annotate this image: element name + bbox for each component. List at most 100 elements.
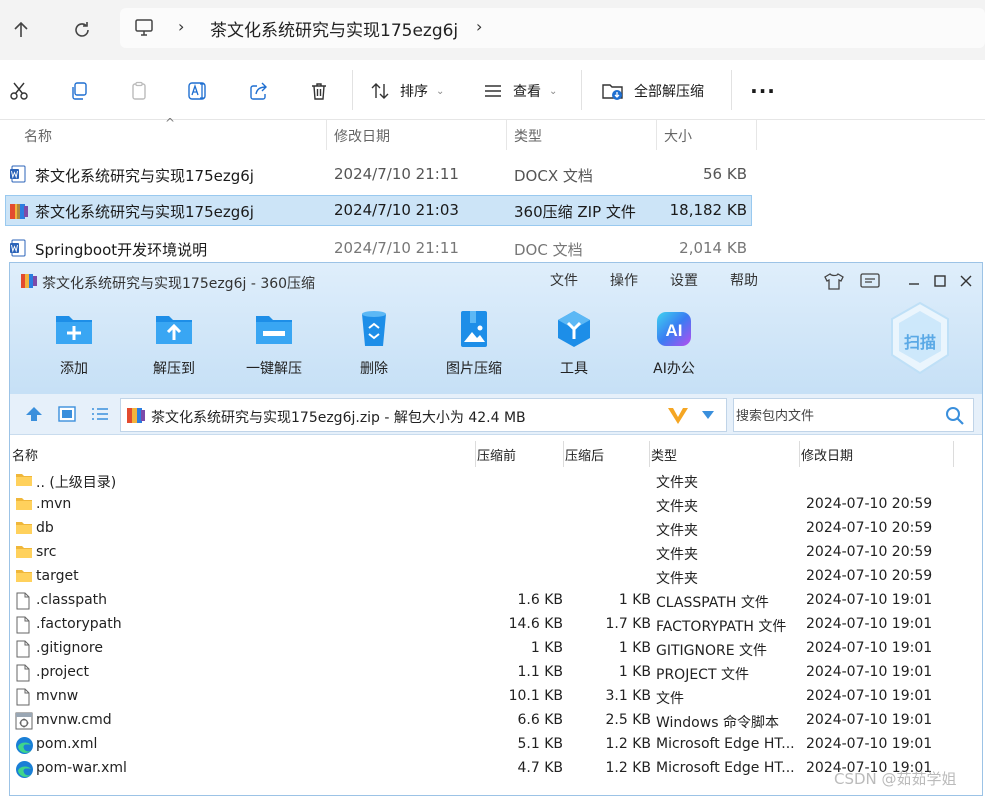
extract-to-button[interactable]: 解压到 [134, 308, 214, 378]
archive-row-parent[interactable]: .. (上级目录) 文件夹 [10, 469, 982, 493]
menu-settings[interactable]: 设置 [670, 270, 698, 290]
column-divider[interactable] [649, 441, 650, 467]
view-button[interactable]: 查看 ⌄ [483, 77, 557, 105]
column-header-name[interactable]: 名称 [12, 445, 38, 464]
archive-item-size-after: 1 KB [618, 664, 651, 680]
archive-row[interactable]: target 文件夹 2024-07-10 20:59 [10, 565, 982, 589]
archive-row[interactable]: .classpath 1.6 KB 1 KB CLASSPATH 文件 2024… [10, 589, 982, 613]
file-icon [15, 616, 31, 634]
archive-row[interactable]: mvnw.cmd 6.6 KB 2.5 KB Windows 命令脚本 2024… [10, 709, 982, 733]
column-header-size[interactable]: 大小 [664, 126, 692, 146]
maximize-icon[interactable] [928, 269, 952, 293]
address-bar[interactable]: › 茶文化系统研究与实现175ezg6j › [120, 8, 985, 48]
delete-icon[interactable] [306, 77, 332, 105]
menu-operation[interactable]: 操作 [610, 270, 638, 290]
add-label: 添加 [60, 361, 88, 377]
dropdown-arrow-icon[interactable] [701, 410, 715, 420]
column-divider[interactable] [756, 120, 757, 150]
file-name: Springboot开发环境说明 [35, 241, 208, 259]
tools-button[interactable]: 工具 [534, 308, 614, 378]
archive-row[interactable]: .mvn 文件夹 2024-07-10 20:59 [10, 493, 982, 517]
refresh-icon[interactable] [66, 14, 98, 46]
close-icon[interactable] [954, 269, 978, 293]
skin-shirt-icon[interactable] [822, 269, 846, 293]
list-view-icon[interactable] [90, 404, 110, 424]
rename-icon[interactable] [186, 77, 212, 105]
more-options-icon[interactable]: ··· [750, 77, 776, 105]
archive-row[interactable]: .gitignore 1 KB 1 KB GITIGNORE 文件 2024-0… [10, 637, 982, 661]
thumbnail-view-icon[interactable] [57, 404, 77, 424]
archive-row[interactable]: .project 1.1 KB 1 KB PROJECT 文件 2024-07-… [10, 661, 982, 685]
menu-help[interactable]: 帮助 [730, 270, 758, 290]
search-icon[interactable] [945, 406, 965, 426]
zip-archive-icon [9, 201, 29, 221]
column-header-type[interactable]: 类型 [651, 445, 677, 464]
up-arrow-icon[interactable] [5, 14, 37, 46]
archive-item-size-after: 1 KB [618, 640, 651, 656]
breadcrumb-current[interactable]: 茶文化系统研究与实现175ezg6j [210, 16, 458, 41]
archive-row[interactable]: db 文件夹 2024-07-10 20:59 [10, 517, 982, 541]
add-button[interactable]: 添加 [34, 308, 114, 378]
archive-row[interactable]: mvnw 10.1 KB 3.1 KB 文件 2024-07-10 19:01 [10, 685, 982, 709]
up-level-icon[interactable] [24, 404, 44, 424]
archive-search-input[interactable] [734, 399, 939, 431]
archive-row[interactable]: .factorypath 14.6 KB 1.7 KB FACTORYPATH … [10, 613, 982, 637]
column-divider[interactable] [953, 441, 954, 467]
archive-path-field[interactable]: 茶文化系统研究与实现175ezg6j.zip - 解包大小为 42.4 MB [120, 398, 727, 432]
column-divider[interactable] [656, 120, 657, 150]
archive-item-type: CLASSPATH 文件 [656, 595, 769, 611]
column-divider[interactable] [799, 441, 800, 467]
archive-search-box[interactable] [733, 398, 974, 432]
archive-path-bar: 茶文化系统研究与实现175ezg6j.zip - 解包大小为 42.4 MB [10, 394, 982, 435]
archive-item-size-before: 4.7 KB [517, 760, 564, 776]
file-row[interactable]: Springboot开发环境说明 2024/7/10 21:11 DOC 文档 … [5, 233, 752, 264]
column-header-size-before[interactable]: 压缩前 [477, 445, 516, 464]
v-logo-icon[interactable] [667, 406, 689, 426]
archive-item-date: 2024-07-10 19:01 [806, 616, 933, 632]
cut-icon[interactable] [6, 77, 32, 105]
share-icon[interactable] [246, 77, 272, 105]
column-header-name[interactable]: 名称 [24, 126, 52, 146]
archive-item-date: 2024-07-10 20:59 [806, 520, 933, 536]
archive-item-type: FACTORYPATH 文件 [656, 619, 787, 635]
archive-item-size-before: 6.6 KB [517, 712, 564, 728]
column-header-date[interactable]: 修改日期 [334, 126, 390, 146]
column-header-size-after[interactable]: 压缩后 [565, 445, 604, 464]
archive-item-size-before: 14.6 KB [508, 616, 563, 632]
archive-item-type: GITIGNORE 文件 [656, 643, 768, 659]
delete-button[interactable]: 删除 [334, 308, 414, 378]
archive-item-date: 2024-07-10 19:01 [806, 592, 933, 608]
file-row[interactable]: 茶文化系统研究与实现175ezg6j 2024/7/10 21:11 DOCX … [5, 159, 752, 190]
quick-extract-button[interactable]: 一键解压 [234, 308, 314, 378]
minimize-icon[interactable] [902, 269, 926, 293]
copy-icon[interactable] [66, 77, 92, 105]
column-divider[interactable] [506, 120, 507, 150]
folder-icon [15, 568, 33, 584]
archive-item-name: .factorypath [36, 616, 122, 632]
toolbar-divider [581, 70, 582, 110]
archive-row[interactable]: pom.xml 5.1 KB 1.2 KB Microsoft Edge HT.… [10, 733, 982, 757]
file-row-selected[interactable]: 茶文化系统研究与实现175ezg6j 2024/7/10 21:03 360压缩… [5, 195, 752, 226]
edge-icon [15, 760, 34, 779]
breadcrumb-chevron-icon[interactable]: › [476, 17, 482, 36]
extract-all-button[interactable]: 全部解压缩 [602, 77, 704, 105]
column-divider[interactable] [326, 120, 327, 150]
scan-button[interactable]: 扫描 [888, 301, 952, 377]
column-divider[interactable] [563, 441, 564, 467]
column-header-date[interactable]: 修改日期 [801, 445, 853, 464]
archive-item-date: 2024-07-10 19:01 [806, 736, 933, 752]
sort-button[interactable]: 排序 ⌄ [370, 77, 444, 105]
ai-office-button[interactable]: AI AI办公 [634, 308, 714, 378]
archive-row[interactable]: src 文件夹 2024-07-10 20:59 [10, 541, 982, 565]
message-icon[interactable] [858, 269, 882, 293]
menu-file[interactable]: 文件 [550, 270, 578, 290]
svg-text:AI: AI [666, 321, 683, 340]
quick-extract-label: 一键解压 [246, 361, 302, 377]
column-header-type[interactable]: 类型 [514, 126, 542, 146]
column-divider[interactable] [475, 441, 476, 467]
file-list-header: 名称 ^ 修改日期 类型 大小 [0, 116, 760, 150]
paste-icon [126, 77, 152, 105]
file-type: 360压缩 ZIP 文件 [514, 203, 636, 221]
image-compress-button[interactable]: 图片压缩 [434, 308, 514, 378]
scan-label: 扫描 [904, 333, 936, 352]
